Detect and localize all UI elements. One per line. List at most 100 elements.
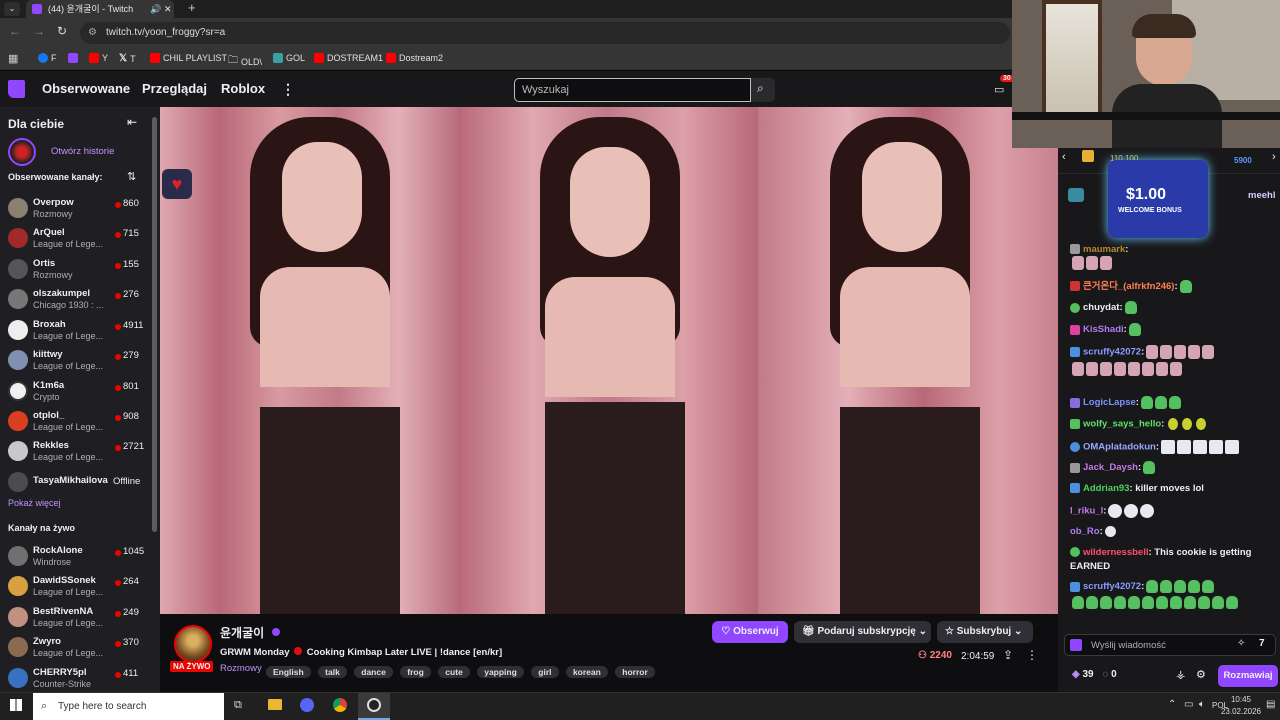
close-tab-icon[interactable]: ✕: [164, 0, 172, 18]
tag[interactable]: English: [266, 666, 311, 678]
seventv-icon[interactable]: 7: [1259, 638, 1265, 649]
notifications-button[interactable]: ▭ 30: [994, 75, 1014, 96]
chrome-icon[interactable]: [333, 698, 347, 712]
gift-sub-button[interactable]: 🎁︎ Podaruj subskrypcję ⌄: [794, 621, 931, 643]
sidebar-scrollbar[interactable]: [152, 117, 157, 532]
tray-chevron-icon[interactable]: ⌃: [1168, 699, 1176, 710]
chat-username[interactable]: Addrian93: [1083, 483, 1129, 494]
browser-tab-active[interactable]: (44) 윤개굴이 - Twitch 🔊 ✕: [26, 0, 174, 18]
channel-name[interactable]: 윤개굴이: [220, 624, 264, 641]
obs-taskbar-button[interactable]: [358, 693, 390, 720]
discord-icon[interactable]: [300, 698, 314, 712]
audio-icon[interactable]: 🔊: [150, 0, 161, 18]
sidebar-item-dawidssonek[interactable]: DawidSSonek League of Lege... 264: [0, 572, 150, 602]
sidebar-item-rekkles[interactable]: Rekkles League of Lege... 2721: [0, 437, 150, 467]
nav-browse[interactable]: Przeglądaj: [142, 81, 207, 96]
magic-icon[interactable]: ✧: [1237, 638, 1245, 649]
sidebar-item-zwyro[interactable]: Zwyro League of Lege... 370: [0, 633, 150, 663]
more-menu-icon[interactable]: ⋮: [281, 81, 295, 98]
sidebar-item-overpow[interactable]: Overpow Rozmowy 860: [0, 194, 150, 224]
sidebar-item-tasyamikhailova[interactable]: TasyaMikhailova Offline: [0, 468, 150, 498]
search-button[interactable]: ⌕: [751, 78, 775, 102]
clock-time[interactable]: 10:45: [1218, 695, 1264, 704]
channel-points[interactable]: ◈ 39 ◌ 0: [1072, 669, 1117, 680]
chat-input[interactable]: Wyślij wiadomość ✧ 7: [1064, 634, 1276, 656]
search-input[interactable]: Wyszukaj: [514, 78, 751, 102]
bookmark-y[interactable]: Y: [89, 53, 108, 63]
settings-icon[interactable]: ⚙: [1196, 668, 1206, 681]
chat-username[interactable]: ob_Ro: [1070, 526, 1100, 537]
chevron-left-icon[interactable]: ‹: [1062, 151, 1066, 163]
chat-username[interactable]: wolfy_says_hello: [1083, 419, 1161, 430]
history-avatar[interactable]: [8, 138, 36, 166]
bookmark-old-folder[interactable]: 🗀 OLD\: [228, 53, 262, 70]
tag[interactable]: talk: [318, 666, 347, 678]
site-info-icon[interactable]: ⚙: [88, 22, 97, 44]
volume-icon[interactable]: 🔈︎: [1199, 699, 1205, 710]
chevron-right-icon[interactable]: ›: [1272, 151, 1276, 163]
sidebar-item-olszakumpel[interactable]: olszakumpel Chicago 1930 : ... 276: [0, 285, 150, 315]
chat-username[interactable]: l_riku_l: [1070, 506, 1103, 517]
sidebar-item-broxah[interactable]: Broxah League of Lege... 4911: [0, 316, 150, 346]
follow-button[interactable]: ♡ Obserwuj: [712, 621, 788, 643]
forward-icon[interactable]: →: [33, 24, 45, 38]
streamer-avatar[interactable]: [174, 625, 212, 663]
sidebar-item-cherry5pl[interactable]: CHERRY5pl Counter-Strike 411: [0, 664, 150, 692]
back-icon[interactable]: ←: [9, 24, 21, 38]
tag[interactable]: horror: [615, 666, 655, 678]
tag[interactable]: frog: [400, 666, 431, 678]
bookmark-t[interactable]: 𝕏T: [119, 53, 136, 64]
new-tab-button[interactable]: +: [188, 0, 196, 16]
windows-start-icon[interactable]: [10, 699, 22, 711]
chat-username[interactable]: 큰거온다_(alfrkfn246): [1083, 281, 1174, 292]
chat-user-meehl[interactable]: meehl: [1248, 190, 1275, 201]
share-icon[interactable]: ⇪: [1003, 648, 1013, 662]
file-explorer-icon[interactable]: [268, 699, 282, 710]
chat-username[interactable]: scruffy42072: [1083, 581, 1141, 592]
chat-username[interactable]: wildernessbell: [1083, 547, 1148, 558]
tag[interactable]: dance: [354, 666, 393, 678]
apps-grid-icon[interactable]: ▦: [8, 52, 18, 65]
bookmark-gol[interactable]: GOL: [273, 53, 305, 63]
nav-following[interactable]: Obserwowane: [42, 81, 130, 96]
clock-date[interactable]: 23.02.2026: [1218, 707, 1264, 716]
tag[interactable]: cute: [438, 666, 470, 678]
sort-icon[interactable]: ⇅: [127, 170, 136, 183]
show-more-link[interactable]: Pokaż więcej: [8, 498, 61, 508]
chat-send-button[interactable]: Rozmawiaj: [1218, 665, 1278, 687]
bookmark-dostream2[interactable]: Dostream2: [386, 53, 443, 63]
video-player[interactable]: ♥: [160, 107, 1058, 614]
tab-menu-button[interactable]: ⌄: [4, 2, 20, 16]
sidebar-item-bestrivenna[interactable]: BestRivenNA League of Lege... 249: [0, 603, 150, 633]
sidebar-item-kiittwy[interactable]: kiittwy League of Lege... 279: [0, 346, 150, 376]
task-view-icon[interactable]: ⧉: [234, 699, 242, 712]
notification-center-icon[interactable]: ▤: [1266, 699, 1275, 710]
address-bar[interactable]: ⚙ twitch.tv/yoon_froggy?sr=a: [80, 22, 1010, 44]
tag[interactable]: girl: [531, 666, 559, 678]
more-options-icon[interactable]: ⋮: [1026, 648, 1038, 662]
bookmark-chil-playlist[interactable]: CHIL PLAYLIST: [150, 53, 227, 63]
chat-username[interactable]: scruffy42072: [1083, 347, 1141, 358]
chat-username[interactable]: chuydat: [1083, 302, 1119, 313]
chat-username[interactable]: LogicLapse: [1083, 397, 1136, 408]
sidebar-item-arquel[interactable]: ArQuel League of Lege... 715: [0, 224, 150, 254]
sidebar-item-otplol[interactable]: otplol_ League of Lege... 908: [0, 407, 150, 437]
tag[interactable]: yapping: [477, 666, 524, 678]
activity-icon[interactable]: ⚶: [1176, 668, 1185, 681]
sidebar-item-k1m6a[interactable]: K1m6a Crypto 801: [0, 377, 150, 407]
taskbar-search-input[interactable]: ⌕ Type here to search: [33, 693, 224, 720]
chat-username[interactable]: maumark: [1083, 244, 1125, 255]
bookmark-f[interactable]: F: [38, 53, 57, 63]
network-icon[interactable]: ▭: [1184, 699, 1193, 710]
nav-roblox[interactable]: Roblox: [221, 81, 265, 96]
subscribe-button[interactable]: ☆ Subskrybuj ⌄: [937, 621, 1033, 643]
bookmark-twitch[interactable]: [68, 53, 78, 63]
sidebar-item-rockalone[interactable]: RockAlone Windrose 1045: [0, 542, 150, 572]
chat-username[interactable]: OMAplatadokun: [1083, 442, 1156, 453]
twitch-logo-icon[interactable]: [8, 80, 25, 98]
stream-category[interactable]: Rozmowy: [220, 663, 262, 674]
bookmark-dostream1[interactable]: DOSTREAM1: [314, 53, 383, 63]
sidebar-item-ortis[interactable]: Ortis Rozmowy 155: [0, 255, 150, 285]
chat-username[interactable]: KisShadi: [1083, 324, 1124, 335]
reload-icon[interactable]: ↻: [57, 24, 67, 38]
